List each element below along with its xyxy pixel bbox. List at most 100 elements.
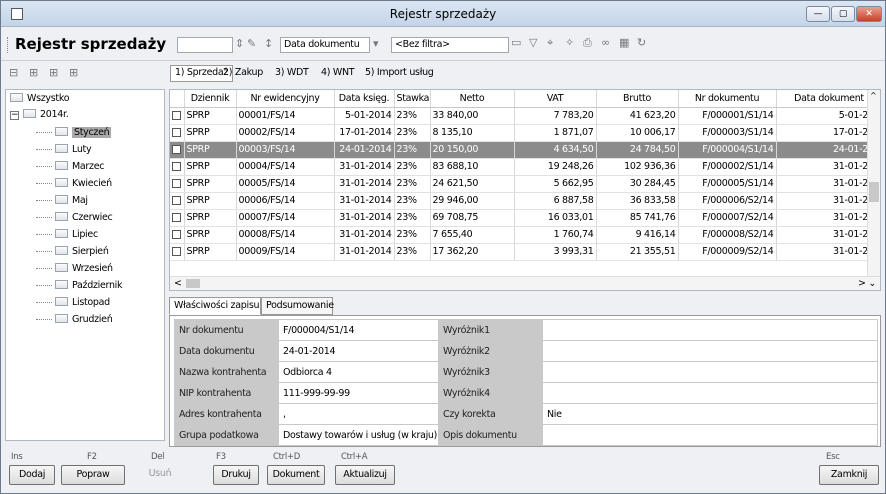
tab-wdt[interactable]: 3) WDT — [275, 67, 309, 78]
property-value[interactable] — [542, 319, 878, 341]
column-header[interactable]: VAT — [514, 90, 597, 108]
property-value[interactable] — [542, 340, 878, 362]
tree-item-year[interactable]: −2014r. — [10, 108, 69, 122]
tree-item-month[interactable]: Luty — [36, 143, 92, 157]
funnel-icon[interactable]: ▽ — [529, 36, 537, 49]
chevron-down-icon[interactable]: ▾ — [373, 37, 379, 50]
scroll-up-icon[interactable]: ^ — [870, 91, 877, 100]
column-header[interactable]: Dziennik — [184, 90, 237, 108]
row-checkbox[interactable] — [172, 230, 182, 239]
tree-item-all[interactable]: Wszystko — [10, 92, 70, 106]
row-checkbox[interactable] — [172, 247, 182, 256]
tree-item-month[interactable]: Sierpień — [36, 245, 109, 259]
table-row[interactable]: SPRP 00003/FS/14 24-01-2014 23% 20 150,00 4 6… — [170, 141, 880, 159]
property-value[interactable]: 111-999-99-99 — [278, 382, 439, 404]
property-value[interactable]: Odbiorca 4 — [278, 361, 439, 383]
property-value[interactable]: , — [278, 403, 439, 425]
row-checkbox[interactable] — [172, 162, 182, 171]
scroll-right-icon[interactable]: > ⌄ — [858, 278, 876, 289]
wand-icon[interactable]: ✧ — [565, 36, 574, 49]
refresh-icon[interactable]: ↻ — [637, 36, 646, 49]
pencil-icon[interactable]: ✎ — [247, 37, 256, 50]
column-header[interactable]: Netto — [430, 90, 515, 108]
table-row[interactable]: SPRP 00008/FS/14 31-01-2014 23% 7 655,40 1 76… — [170, 226, 880, 244]
table-cell: 31-01-2014 — [334, 226, 395, 244]
pin-icon[interactable]: ⌖ — [547, 36, 553, 50]
table-row[interactable]: SPRP 00005/FS/14 31-01-2014 23% 24 621,50 5 6… — [170, 175, 880, 193]
stepper-icon[interactable]: ⇕ — [235, 37, 244, 50]
row-checkbox[interactable] — [172, 213, 182, 222]
table-row[interactable]: SPRP 00004/FS/14 31-01-2014 23% 83 688,10 19 … — [170, 158, 880, 176]
search-input[interactable] — [177, 37, 233, 53]
property-value[interactable] — [542, 361, 878, 383]
folder-icon[interactable]: ▭ — [511, 36, 521, 49]
sort-icon[interactable]: ↕ — [264, 37, 273, 50]
property-value[interactable] — [542, 382, 878, 404]
tree-expand-icon[interactable]: ⊞ — [29, 66, 38, 79]
collapse-toggle[interactable]: − — [10, 111, 19, 120]
tree-item-month[interactable]: Marzec — [36, 160, 104, 174]
property-value[interactable]: F/000004/S1/14 — [278, 319, 439, 341]
drukuj-button[interactable]: Drukuj — [213, 465, 259, 485]
tree-item-month[interactable]: Lipiec — [36, 228, 98, 242]
tab-import-uslug[interactable]: 5) Import usług — [365, 67, 434, 78]
dokument-button[interactable]: Dokument — [267, 465, 325, 485]
column-header[interactable]: Nr dokumentu — [678, 90, 777, 108]
popraw-button[interactable]: Popraw — [61, 465, 125, 485]
row-checkbox[interactable] — [172, 145, 182, 154]
dodaj-button[interactable]: Dodaj — [9, 465, 55, 485]
zamknij-button[interactable]: Zamknij — [819, 465, 879, 485]
tree-level-icon[interactable]: ⊞ — [49, 66, 58, 79]
row-checkbox[interactable] — [172, 128, 182, 137]
property-value[interactable]: Nie — [542, 403, 878, 425]
column-header[interactable] — [170, 90, 185, 108]
column-header[interactable]: Data dokument — [776, 90, 880, 108]
column-header[interactable]: Stawka — [394, 90, 431, 108]
tree-item-month[interactable]: Październik — [36, 279, 123, 293]
property-value[interactable]: 24-01-2014 — [278, 340, 439, 362]
tree-item-month[interactable]: Czerwiec — [36, 211, 113, 225]
hscroll-thumb[interactable] — [186, 279, 200, 288]
close-button[interactable]: ✕ — [856, 6, 882, 22]
column-header[interactable]: Nr ewidencyjny — [236, 90, 335, 108]
tab-zakup[interactable]: 2) Zakup — [223, 67, 263, 78]
property-value[interactable] — [542, 424, 878, 446]
table-row[interactable]: SPRP 00002/FS/14 17-01-2014 23% 8 135,10 1 87… — [170, 124, 880, 142]
maximize-button[interactable]: ▢ — [831, 6, 855, 22]
aktualizuj-button[interactable]: Aktualizuj — [335, 465, 395, 485]
tab-wnt[interactable]: 4) WNT — [321, 67, 355, 78]
tree-all-icon[interactable]: ⊞ — [69, 66, 78, 79]
link-icon[interactable]: ∞ — [601, 36, 610, 49]
column-header[interactable]: Brutto — [596, 90, 679, 108]
print-icon[interactable]: ⎙ — [583, 36, 592, 50]
grid-icon[interactable]: ▦ — [619, 36, 629, 49]
table-cell: SPRP — [184, 107, 237, 125]
tree-item-month[interactable]: Wrzesień — [36, 262, 113, 276]
hotkey-label: F2 — [87, 452, 97, 462]
table-row[interactable]: SPRP 00007/FS/14 31-01-2014 23% 69 708,75 16 … — [170, 209, 880, 227]
property-value[interactable]: Dostawy towarów i usług (w kraju) — [278, 424, 439, 446]
filter-select[interactable]: <Bez filtra> — [391, 37, 509, 53]
table-row[interactable]: SPRP 00006/FS/14 31-01-2014 23% 29 946,00 6 8… — [170, 192, 880, 210]
scroll-left-icon[interactable]: < — [174, 278, 182, 289]
minimize-button[interactable]: — — [806, 6, 830, 22]
row-checkbox[interactable] — [172, 111, 182, 120]
tree-item-month[interactable]: Grudzień — [36, 313, 113, 327]
row-checkbox[interactable] — [172, 196, 182, 205]
tab-wlasciwosci[interactable]: Właściwości zapisu — [169, 297, 261, 315]
tree-item-month[interactable]: Listopad — [36, 296, 110, 310]
tree-item-month[interactable]: Styczeń — [36, 126, 112, 140]
scroll-thumb[interactable] — [869, 182, 879, 202]
folder-icon — [10, 93, 23, 102]
tree-item-month[interactable]: Maj — [36, 194, 88, 208]
row-checkbox[interactable] — [172, 179, 182, 188]
tree-collapse-icon[interactable]: ⊟ — [9, 66, 18, 79]
horizontal-scrollbar[interactable]: < > ⌄ — [170, 276, 880, 290]
vertical-scrollbar[interactable]: ^ — [867, 90, 880, 276]
table-row[interactable]: SPRP 00001/FS/14 5-01-2014 23% 33 840,00 7 78… — [170, 107, 880, 125]
sort-select[interactable]: Data dokumentu — [280, 37, 370, 53]
tab-podsumowanie[interactable]: Podsumowanie — [261, 297, 334, 315]
column-header[interactable]: Data księg. — [334, 90, 395, 108]
tree-item-month[interactable]: Kwiecień — [36, 177, 112, 191]
table-row[interactable]: SPRP 00009/FS/14 31-01-2014 23% 17 362,20 3 9… — [170, 243, 880, 261]
